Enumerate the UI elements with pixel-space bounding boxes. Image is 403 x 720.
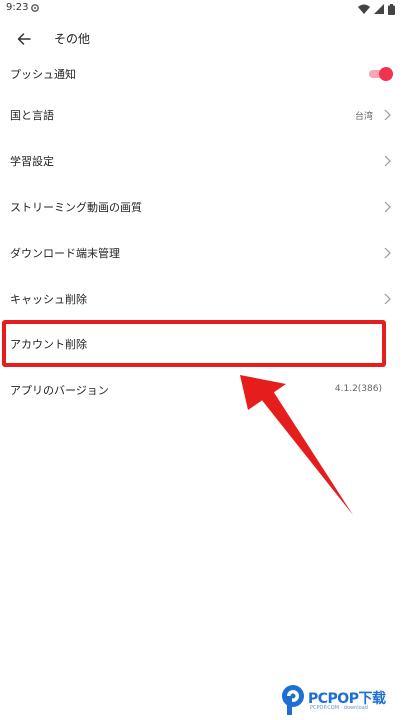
page-title: その他 <box>54 32 91 46</box>
watermark-subtext: PCPOP.COM · download <box>310 705 368 711</box>
settings-row-download-devices[interactable]: ダウンロード端末管理 <box>0 233 403 273</box>
settings-row-push-notification[interactable]: プッシュ通知 <box>0 54 403 94</box>
app-bar: その他 <box>0 22 403 56</box>
settings-row-streaming-quality[interactable]: ストリーミング動画の画質 <box>0 187 403 227</box>
annotation-highlight-box <box>2 320 386 367</box>
settings-icon <box>31 4 39 12</box>
version-value: 4.1.2(386) <box>334 384 382 394</box>
pcpop-logo-icon <box>282 685 304 715</box>
row-label-country: 国と言語 <box>10 109 54 122</box>
status-time: 9:23 <box>6 2 29 13</box>
chevron-right-icon <box>384 109 391 121</box>
row-label-push: プッシュ通知 <box>10 68 76 81</box>
wifi-icon <box>358 4 370 14</box>
row-label-cache: キャッシュ削除 <box>10 293 87 306</box>
back-arrow-icon[interactable] <box>14 29 34 49</box>
push-notification-toggle[interactable] <box>369 67 393 81</box>
settings-row-clear-cache[interactable]: キャッシュ削除 <box>0 279 403 319</box>
watermark: PCPOP下载 PCPOP.COM · download <box>280 684 400 718</box>
signal-icon <box>374 4 384 14</box>
status-bar: 9:23 <box>0 0 403 18</box>
row-label-version: アプリのバージョン <box>10 384 109 397</box>
settings-row-study[interactable]: 学習設定 <box>0 141 403 181</box>
settings-row-app-version: アプリのバージョン 4.1.2(386) <box>0 370 403 410</box>
row-label-download: ダウンロード端末管理 <box>10 247 120 260</box>
battery-icon <box>388 3 395 15</box>
status-icons <box>358 3 395 15</box>
row-label-quality: ストリーミング動画の画質 <box>10 201 142 214</box>
chevron-right-icon <box>384 247 391 259</box>
settings-row-country-language[interactable]: 国と言語 台湾 <box>0 95 403 135</box>
country-value: 台湾 <box>354 112 373 122</box>
chevron-right-icon <box>384 293 391 305</box>
toggle-thumb <box>379 67 393 81</box>
chevron-right-icon <box>384 155 391 167</box>
chevron-right-icon <box>384 201 391 213</box>
row-label-study: 学習設定 <box>10 155 54 168</box>
